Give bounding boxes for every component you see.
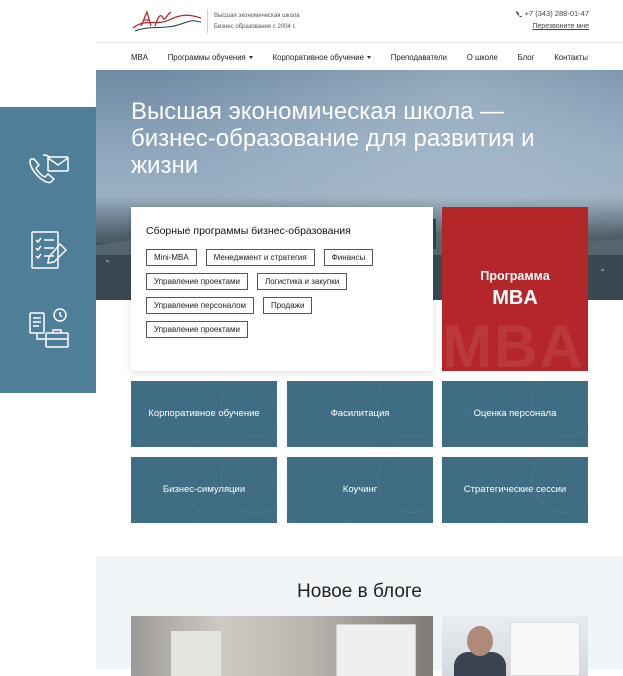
program-tags: Mini-MBA Менеджмент и стратегия Финансы …: [146, 249, 418, 338]
main-nav: MBA Программы обучения Корпоративное обу…: [96, 44, 623, 70]
mba-line2: MBA: [492, 287, 538, 309]
logo-divider: [207, 9, 208, 33]
screen-image: [336, 624, 416, 676]
flipchart-image: [171, 631, 221, 676]
tile-label: Оценка персонала: [473, 408, 557, 419]
phone-number[interactable]: +7 (343) 288-01-47: [515, 9, 589, 18]
hero-title: Высшая экономическая школа — бизнес-обра…: [131, 98, 535, 179]
programs-card: Сборные программы бизнес-образования Min…: [131, 207, 433, 371]
tile-strategic-sessions[interactable]: Стратегические сессии: [442, 457, 588, 523]
programs-heading: Сборные программы бизнес-образования: [146, 225, 351, 237]
tile-business-simulations[interactable]: Бизнес-симуляции: [131, 457, 277, 523]
schedule-briefcase-icon[interactable]: [20, 301, 76, 357]
mba-watermark: MBA: [442, 313, 585, 371]
nav-item-blog[interactable]: Блог: [518, 53, 535, 62]
tile-label: Стратегические сессии: [463, 484, 567, 495]
blog-section: Новое в блоге: [96, 556, 623, 676]
tag-project-management[interactable]: Управление проектами: [146, 273, 248, 290]
nav-item-about[interactable]: О школе: [467, 53, 498, 62]
mba-promo[interactable]: MBA Программа MBA: [442, 207, 588, 371]
phone-icon: [515, 10, 522, 17]
blog-post-image[interactable]: [131, 616, 433, 676]
tagline-line1: Высшая экономическая школа: [214, 13, 300, 19]
checklist-icon[interactable]: [20, 222, 76, 278]
school-logo[interactable]: [131, 8, 203, 34]
tile-coaching[interactable]: Коучинг: [287, 457, 433, 523]
phone-text: +7 (343) 288-01-47: [524, 9, 589, 18]
nav-item-corporate[interactable]: Корпоративное обучение: [273, 53, 371, 62]
nav-item-mba[interactable]: MBA: [131, 53, 148, 62]
tag-finance[interactable]: Финансы: [323, 249, 374, 266]
tile-label: Коучинг: [342, 484, 378, 495]
mba-line1: Программа: [480, 269, 550, 283]
tile-corporate-training[interactable]: Корпоративное обучение: [131, 381, 277, 447]
tile-label: Бизнес-симуляции: [162, 484, 246, 495]
callback-link[interactable]: Перезвоните мне: [532, 23, 589, 30]
chevron-down-icon: [248, 55, 253, 59]
nav-item-programs-label: Программы обучения: [167, 52, 246, 62]
nav-item-programs[interactable]: Программы обучения: [168, 53, 253, 62]
blog-heading: Новое в блоге: [297, 581, 422, 602]
tag-project-management-2[interactable]: Управление проектами: [146, 321, 248, 338]
tile-label: Корпоративное обучение: [148, 408, 260, 419]
tag-mini-mba[interactable]: Mini-MBA: [146, 249, 197, 266]
blog-post-image[interactable]: [442, 616, 588, 676]
tag-management-strategy[interactable]: Менеджмент и стратегия: [205, 249, 315, 266]
tile-facilitation[interactable]: Фасилитация: [287, 381, 433, 447]
tile-label: Фасилитация: [330, 408, 390, 419]
tagline: Высшая экономическая школа Бизнес образо…: [214, 11, 300, 33]
chevron-down-icon: [367, 55, 371, 59]
speaker-head-image: [467, 626, 493, 656]
tag-sales[interactable]: Продажи: [263, 297, 313, 314]
whiteboard-image: [510, 622, 580, 676]
nav-item-corporate-label: Корпоративное обучение: [272, 52, 364, 62]
side-panel: [0, 107, 96, 393]
tag-hr-management[interactable]: Управление персоналом: [146, 297, 255, 314]
nav-item-contacts[interactable]: Контакты: [554, 53, 588, 62]
nav-item-teachers[interactable]: Преподаватели: [391, 53, 447, 62]
phone-mail-icon[interactable]: [20, 143, 76, 199]
tagline-line2: Бизнес образование с 2004 г.: [214, 24, 296, 30]
tag-logistics[interactable]: Логистика и закупки: [256, 273, 348, 290]
tile-staff-assessment[interactable]: Оценка персонала: [442, 381, 588, 447]
site-header: Высшая экономическая школа Бизнес образо…: [96, 0, 623, 43]
